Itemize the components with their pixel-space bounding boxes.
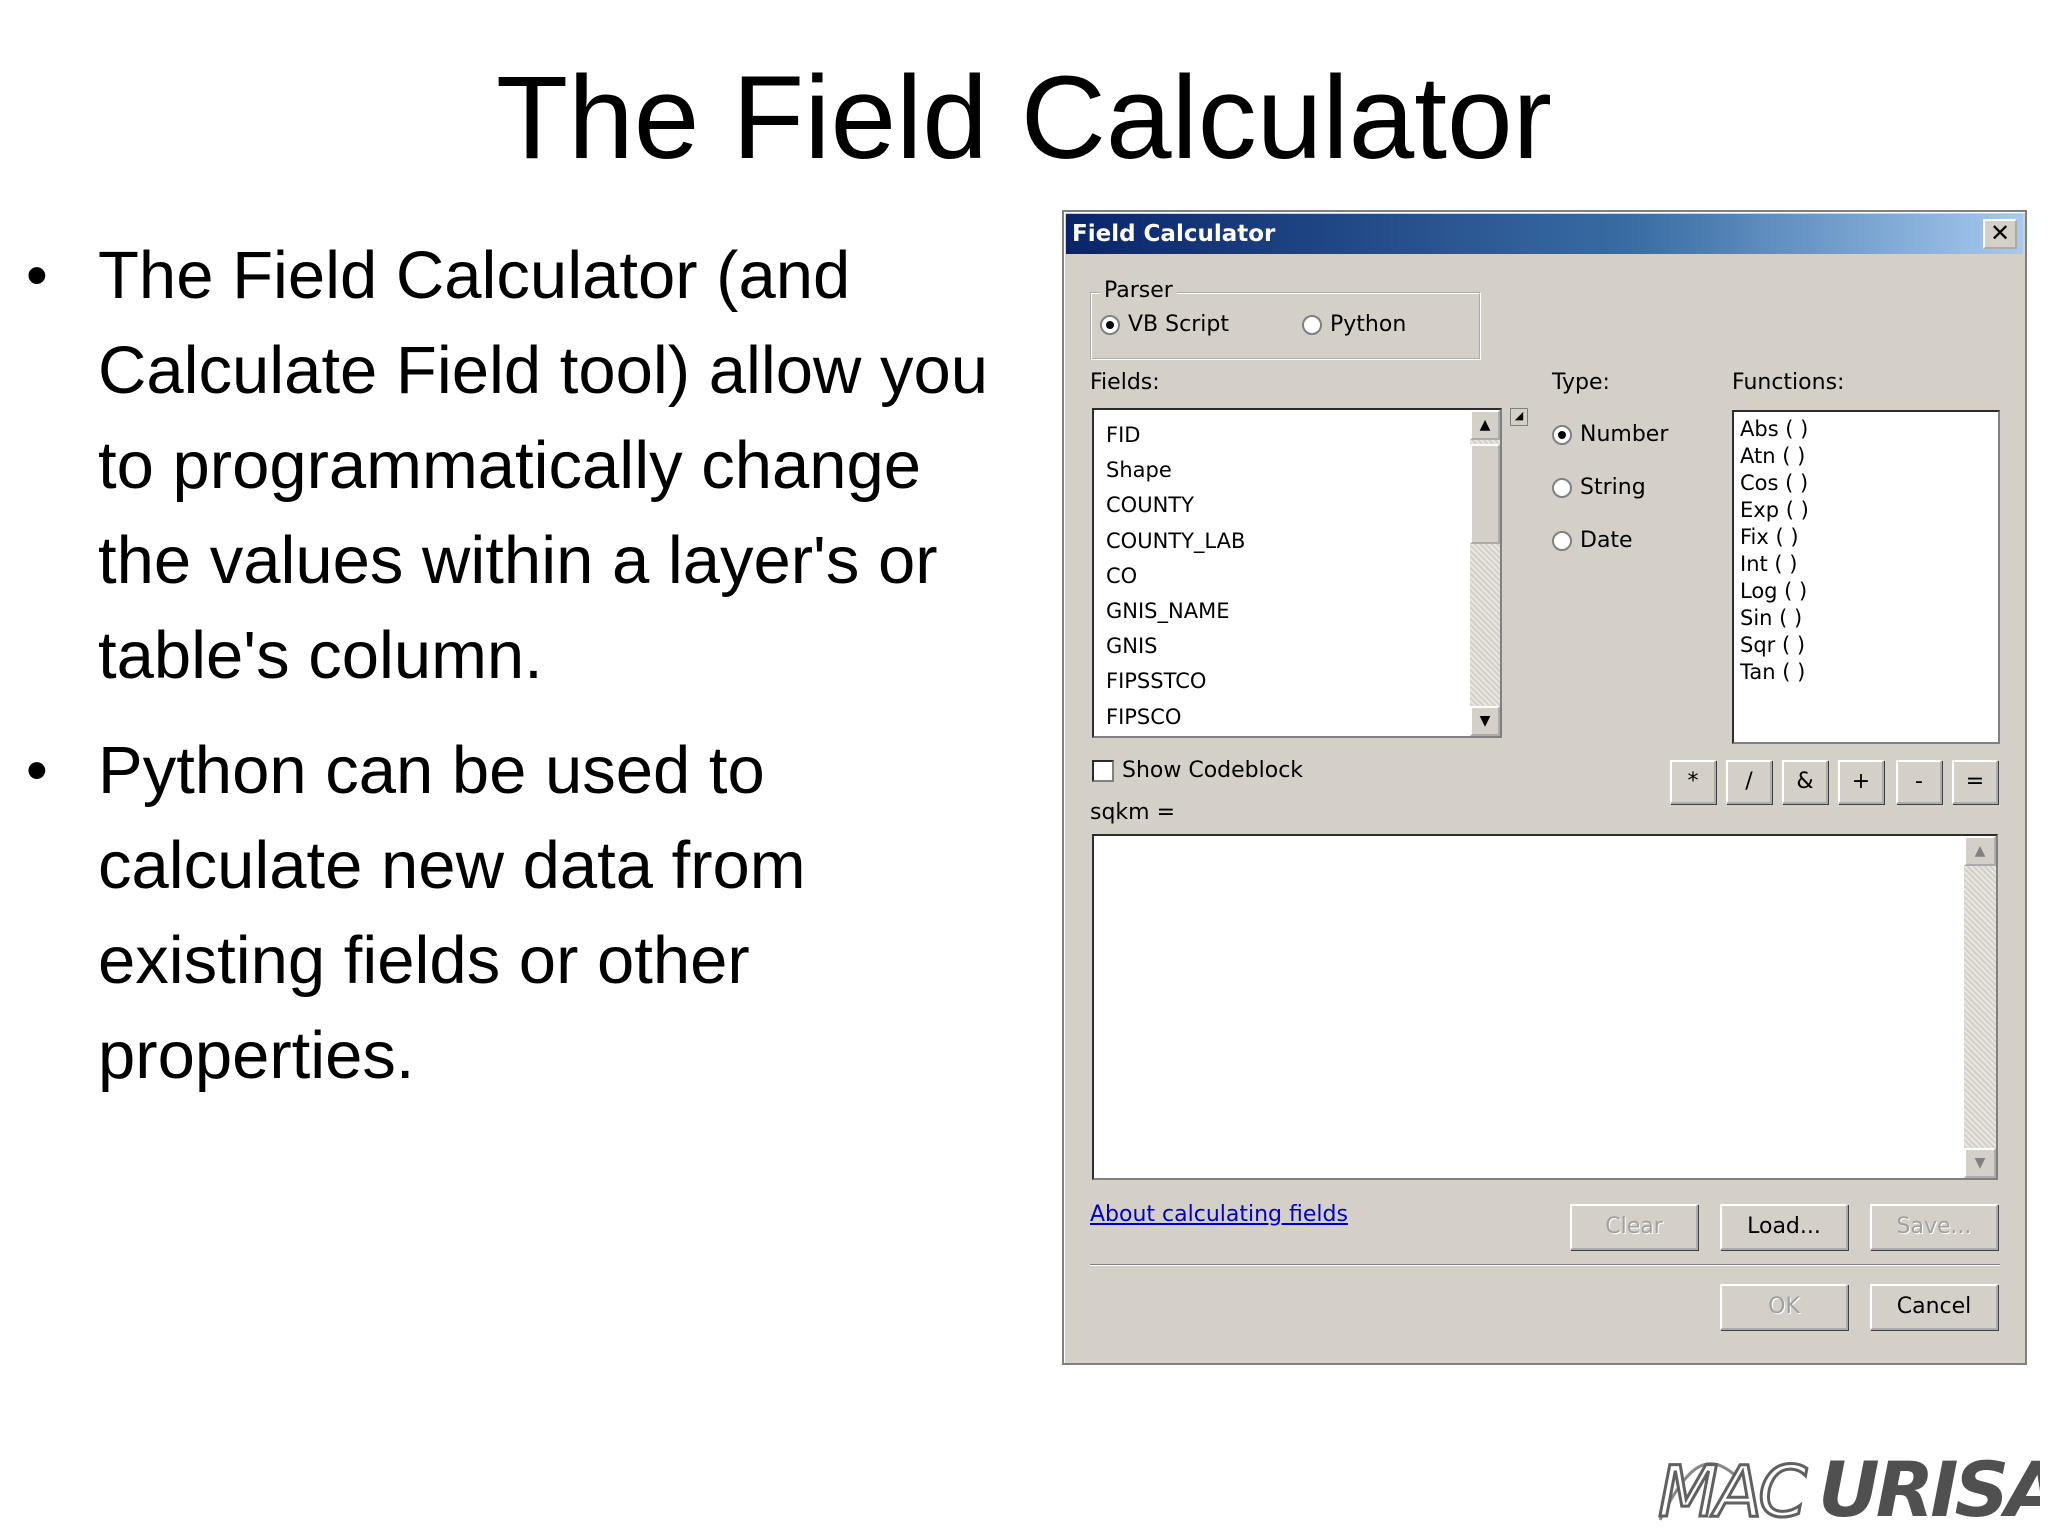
- function-item[interactable]: Abs ( ): [1740, 416, 1809, 443]
- dialog-title: Field Calculator: [1072, 221, 1276, 247]
- resize-corner-icon[interactable]: ◢: [1510, 408, 1528, 426]
- field-item[interactable]: FIPSCO: [1106, 700, 1245, 735]
- function-item[interactable]: Int ( ): [1740, 551, 1809, 578]
- show-codeblock-label: Show Codeblock: [1122, 758, 1304, 783]
- operator-ampersand-button[interactable]: &: [1782, 760, 1828, 804]
- function-item[interactable]: Tan ( ): [1740, 659, 1809, 686]
- load-button[interactable]: Load...: [1720, 1204, 1848, 1250]
- expression-textarea[interactable]: ▲ ▼: [1092, 834, 1998, 1180]
- macurisa-logo: MAC URISA: [1650, 1420, 2048, 1535]
- scroll-thumb[interactable]: [1470, 444, 1500, 544]
- about-calculating-fields-link[interactable]: About calculating fields: [1090, 1202, 1348, 1227]
- field-item[interactable]: COUNTY_LAB: [1106, 524, 1245, 559]
- show-codeblock-checkbox[interactable]: Show Codeblock: [1092, 758, 1303, 783]
- slide-title: The Field Calculator: [496, 52, 1552, 184]
- parser-option-python[interactable]: Python: [1302, 312, 1406, 337]
- type-option-label: Date: [1580, 528, 1633, 553]
- radio-selected-icon[interactable]: [1100, 314, 1120, 335]
- fields-scrollbar[interactable]: ▲ ▼: [1470, 410, 1500, 736]
- functions-label: Functions:: [1732, 370, 1845, 395]
- type-option-string[interactable]: String: [1552, 475, 1646, 500]
- field-item[interactable]: COUNTY: [1106, 488, 1245, 523]
- scroll-down-arrow-icon[interactable]: ▼: [1470, 706, 1500, 736]
- macurisa-logo-icon: MAC URISA: [1657, 1445, 2048, 1535]
- function-item[interactable]: Sin ( ): [1740, 605, 1809, 632]
- dialog-titlebar[interactable]: Field Calculator ✕: [1066, 214, 2023, 254]
- operator-multiply-button[interactable]: *: [1670, 760, 1716, 804]
- operator-plus-button[interactable]: +: [1838, 760, 1884, 804]
- bullet-list: • The Field Calculator (and Calculate Fi…: [20, 228, 1030, 1123]
- parser-option-label: Python: [1330, 312, 1407, 337]
- radio-unselected-icon[interactable]: [1552, 530, 1572, 551]
- radio-selected-icon[interactable]: [1552, 424, 1572, 445]
- parser-option-vbscript[interactable]: VB Script: [1100, 312, 1229, 337]
- bullet-text: The Field Calculator (and Calculate Fiel…: [98, 238, 989, 693]
- type-option-label: Number: [1580, 422, 1669, 447]
- operator-minus-button[interactable]: -: [1896, 760, 1942, 804]
- cancel-button[interactable]: Cancel: [1870, 1284, 1998, 1330]
- function-item[interactable]: Sqr ( ): [1740, 632, 1809, 659]
- expression-scrollbar[interactable]: ▲ ▼: [1964, 836, 1996, 1178]
- dialog-separator: [1090, 1264, 2000, 1266]
- operator-divide-button[interactable]: /: [1726, 760, 1772, 804]
- type-option-number[interactable]: Number: [1552, 422, 1668, 447]
- clear-button[interactable]: Clear: [1570, 1204, 1698, 1250]
- operator-equals-button[interactable]: =: [1952, 760, 1998, 804]
- function-item[interactable]: Log ( ): [1740, 578, 1809, 605]
- function-item[interactable]: Cos ( ): [1740, 470, 1809, 497]
- field-item[interactable]: GNIS_NAME: [1106, 594, 1245, 629]
- checkbox-icon[interactable]: [1092, 759, 1114, 782]
- field-item[interactable]: FIPSSTCO: [1106, 664, 1245, 699]
- parser-option-label: VB Script: [1128, 312, 1229, 337]
- scroll-up-arrow-icon[interactable]: ▲: [1964, 836, 1996, 866]
- close-icon: ✕: [1989, 219, 2011, 247]
- close-button[interactable]: ✕: [1983, 219, 2017, 249]
- svg-text:MAC: MAC: [1658, 1451, 1807, 1530]
- function-item[interactable]: Atn ( ): [1740, 443, 1809, 470]
- type-option-date[interactable]: Date: [1552, 528, 1633, 553]
- fields-label: Fields:: [1090, 370, 1160, 395]
- function-item[interactable]: Fix ( ): [1740, 524, 1809, 551]
- field-calculator-dialog: Field Calculator ✕ Parser VB Script Pyth…: [1062, 210, 2027, 1365]
- field-item[interactable]: FID: [1106, 418, 1245, 453]
- field-item[interactable]: CO: [1106, 559, 1245, 594]
- fields-listbox[interactable]: FID Shape COUNTY COUNTY_LAB CO GNIS_NAME…: [1092, 408, 1502, 738]
- type-label: Type:: [1552, 370, 1610, 395]
- type-option-label: String: [1580, 475, 1646, 500]
- save-button[interactable]: Save...: [1870, 1204, 1998, 1250]
- function-item[interactable]: Exp ( ): [1740, 497, 1809, 524]
- bullet-item: • The Field Calculator (and Calculate Fi…: [20, 228, 1030, 703]
- expression-label: sqkm =: [1090, 800, 1176, 825]
- bullet-item: • Python can be used to calculate new da…: [20, 723, 1030, 1103]
- field-item[interactable]: Shape: [1106, 453, 1245, 488]
- functions-listbox[interactable]: Abs ( ) Atn ( ) Cos ( ) Exp ( ) Fix ( ) …: [1732, 410, 2000, 744]
- bullet-text: Python can be used to calculate new data…: [98, 733, 806, 1093]
- bullet-dot: •: [26, 241, 48, 310]
- parser-legend: Parser: [1100, 278, 1177, 303]
- radio-unselected-icon[interactable]: [1552, 477, 1572, 498]
- ok-button[interactable]: OK: [1720, 1284, 1848, 1330]
- radio-unselected-icon[interactable]: [1302, 314, 1322, 335]
- scroll-down-arrow-icon[interactable]: ▼: [1964, 1148, 1996, 1178]
- svg-text:URISA: URISA: [1818, 1445, 2040, 1530]
- scroll-up-arrow-icon[interactable]: ▲: [1470, 410, 1500, 440]
- bullet-dot: •: [26, 736, 48, 805]
- field-item[interactable]: GNIS: [1106, 629, 1245, 664]
- parser-group: Parser VB Script Python: [1090, 278, 1481, 360]
